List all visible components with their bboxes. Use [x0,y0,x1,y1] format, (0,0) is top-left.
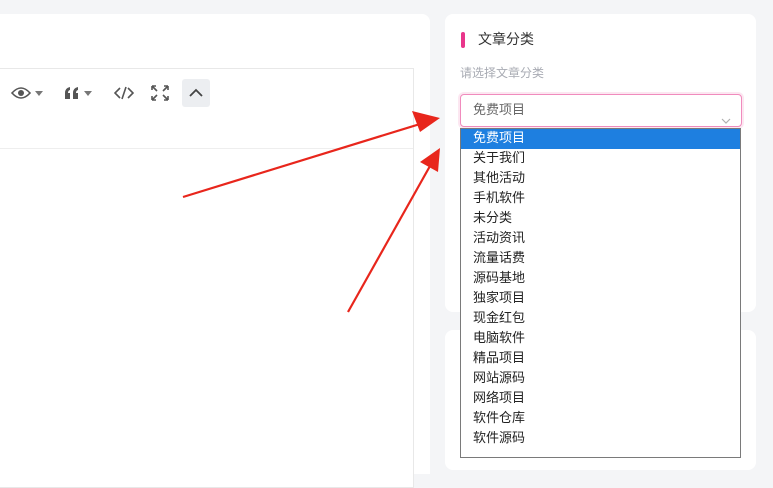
fullscreen-button[interactable] [151,79,169,107]
dropdown-option[interactable]: 其他活动 [461,169,740,189]
chevron-down-icon [35,90,43,96]
dropdown-option[interactable]: 流量话费 [461,249,740,269]
dropdown-option[interactable]: 精品项目 [461,349,740,369]
dropdown-option[interactable]: 现金红包 [461,309,740,329]
dropdown-option[interactable]: 软件源码 [461,429,740,449]
editor-toolbar [0,69,413,149]
fullscreen-icon [151,85,169,101]
dropdown-option[interactable]: 活动资讯 [461,229,740,249]
category-dropdown[interactable]: 免费项目 关于我们 其他活动 手机软件 未分类 活动资讯 流量话费 源码基地 独家项目 现金红包电… [460,128,741,458]
editor-panel [0,14,430,488]
quote-icon [64,86,80,100]
dropdown-option[interactable]: 软件仓库 [461,409,740,429]
collapse-button[interactable] [182,79,210,107]
chevron-down-icon [84,90,92,96]
code-icon [114,86,134,100]
dropdown-option[interactable]: 网站源码 [461,369,740,389]
dropdown-option[interactable]: 独家项目 [461,289,740,309]
dropdown-option[interactable]: 关于我们 [461,149,740,169]
dropdown-option[interactable]: 手机软件 [461,189,740,209]
dropdown-option[interactable]: 源码基地 [461,269,740,289]
collapse-icon [189,88,203,98]
dropdown-option[interactable]: 电脑软件 [461,329,740,349]
dropdown-option[interactable]: 网络项目 [461,389,740,409]
category-hint: 请选择文章分类 [460,66,545,80]
preview-icon [11,86,31,100]
category-select[interactable]: 免费项目 [460,94,742,127]
dropdown-option[interactable]: 未分类 [461,209,740,229]
category-title: 文章分类 [478,32,534,48]
dropdown-option[interactable]: 免费项目 [461,129,740,149]
preview-dropdown[interactable] [11,79,43,107]
code-button[interactable] [114,79,134,107]
select-value: 免费项目 [473,103,526,118]
editor-area[interactable] [0,68,414,488]
accent-bar [461,32,465,48]
quote-dropdown[interactable] [64,79,92,107]
